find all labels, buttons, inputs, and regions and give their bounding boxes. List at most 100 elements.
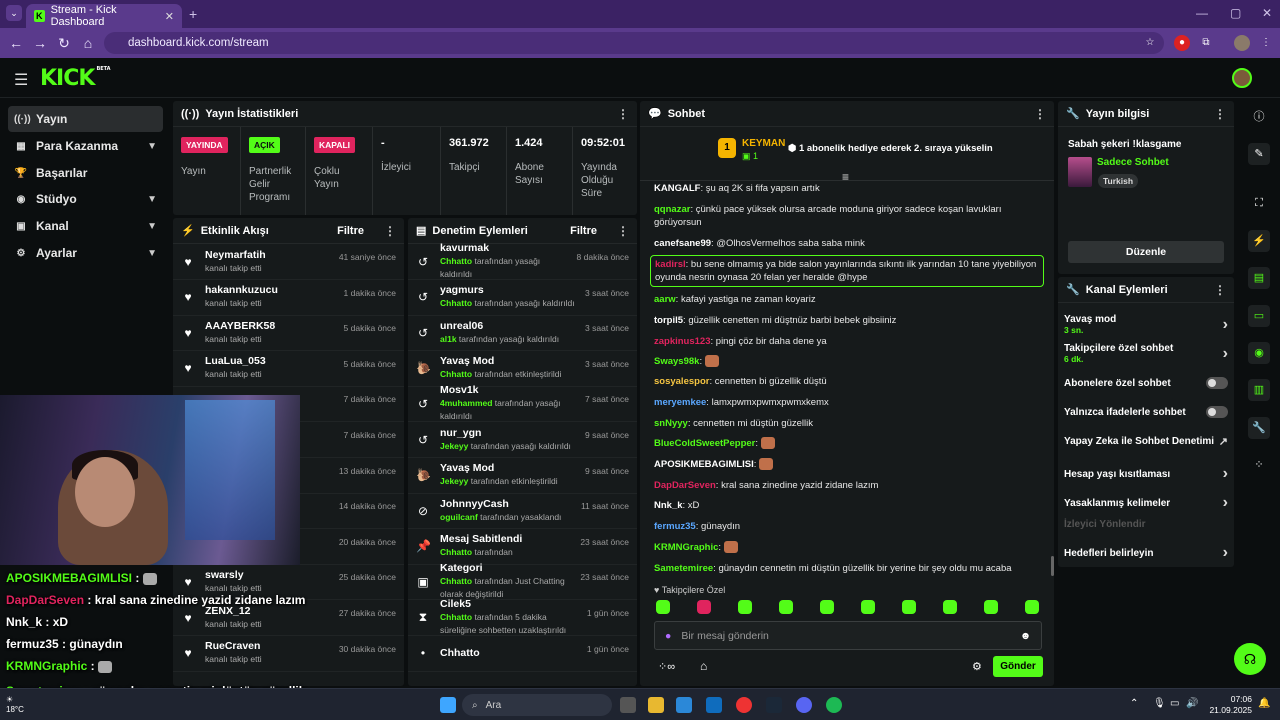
more-options-icon[interactable]: ⋮: [617, 224, 629, 238]
moderator-name[interactable]: Chhatto: [440, 612, 472, 622]
new-tab-icon[interactable]: +: [189, 6, 197, 22]
taskbar-clock[interactable]: 07:06 21.09.2025: [1200, 694, 1252, 716]
document-icon[interactable]: ▤: [1248, 267, 1270, 289]
chat-username[interactable]: sosyalespor: [654, 376, 709, 387]
volume-icon[interactable]: 🔊: [1186, 698, 1198, 709]
emote-icon[interactable]: [1025, 600, 1039, 614]
more-options-icon[interactable]: ⋮: [1214, 283, 1226, 297]
sidebar-item-kanal[interactable]: ▣ Kanal ▼: [8, 213, 163, 239]
sidebar-item-basarilar[interactable]: 🏆 Başarılar: [8, 160, 163, 186]
emote-icon[interactable]: [820, 600, 834, 614]
moderation-row[interactable]: 📌 Mesaj Sabitlendi Chhatto tarafından 23 sa…: [408, 529, 637, 565]
chrome-icon[interactable]: [736, 697, 752, 713]
edit-button[interactable]: Düzenle: [1068, 241, 1224, 263]
emoji-picker-icon[interactable]: ☻: [1020, 630, 1031, 642]
minimize-icon[interactable]: —: [1196, 6, 1208, 20]
chat-username[interactable]: Sametemiree: [654, 563, 713, 574]
emote-icon[interactable]: [984, 600, 998, 614]
weather-widget[interactable]: ☀ 18°C: [6, 695, 24, 715]
moderator-name[interactable]: oguilcanf: [440, 512, 478, 522]
chat-username[interactable]: Nnk_k: [654, 500, 683, 511]
activity-row[interactable]: ♥ RueCraven kanalı takip etti 30 dakika önc…: [173, 636, 404, 672]
channel-action-item[interactable]: Abonelere özel sohbet: [1064, 377, 1228, 389]
bookmark-star-icon[interactable]: ☆: [1142, 35, 1158, 51]
activity-row[interactable]: ♥ AAAYBERK58 kanalı takip etti 5 dakika önc…: [173, 315, 404, 352]
extension-icon[interactable]: ●: [1174, 35, 1190, 51]
activity-row[interactable]: ♥ hakannkuzucu kanalı takip etti 1 dakika ö…: [173, 280, 404, 316]
chat-bubble-icon[interactable]: ▭: [1248, 305, 1270, 327]
filter-button[interactable]: Filtre: [337, 225, 364, 237]
channel-action-item[interactable]: Yavaş mod 3 sn. ›: [1064, 314, 1228, 335]
moderation-row[interactable]: 🐌 Yavaş Mod Chhatto tarafından etkinleştir…: [408, 351, 637, 387]
sidebar-item-studyo[interactable]: ◉ Stüdyo ▼: [8, 186, 163, 212]
moderator-name[interactable]: Chhatto: [440, 298, 472, 308]
moderation-row[interactable]: • Chhatto 1 gün önce: [408, 636, 637, 672]
moderation-row[interactable]: ⊘ JohnnyyCash oguilcanf tarafından yasakla…: [408, 493, 637, 530]
user-avatar[interactable]: [1232, 68, 1252, 88]
discord-icon[interactable]: [796, 697, 812, 713]
sidebar-item-yayin[interactable]: ((·)) Yayın: [8, 106, 163, 132]
channel-action-item[interactable]: Yapay Zeka ile Sohbet Denetimi ↗: [1064, 435, 1228, 448]
chat-username[interactable]: fermuz35: [654, 521, 696, 532]
tray-chevron-icon[interactable]: ⌃: [1130, 698, 1138, 709]
sidebar-item-ayarlar[interactable]: ⚙ Ayarlar ▼: [8, 240, 163, 266]
emote-icon[interactable]: [779, 600, 793, 614]
maximize-icon[interactable]: ▢: [1230, 6, 1241, 20]
chat-settings-icon[interactable]: ⚙: [972, 660, 982, 673]
add-widget-icon[interactable]: ⁘: [1248, 454, 1270, 476]
layout-icon[interactable]: ▥: [1248, 379, 1270, 401]
moderation-row[interactable]: 🐌 Yavaş Mod Jekeyy tarafından etkinleştiri…: [408, 458, 637, 494]
mic-icon[interactable]: ●: [665, 630, 671, 642]
outlook-icon[interactable]: [706, 697, 722, 713]
wrench-icon[interactable]: 🔧: [1248, 417, 1270, 439]
moderator-name[interactable]: 4muhammed: [440, 398, 492, 408]
emote-icon[interactable]: [738, 600, 752, 614]
toggle-switch[interactable]: [1206, 377, 1228, 389]
filter-button[interactable]: Filtre: [570, 225, 597, 237]
moderator-name[interactable]: Jekeyy: [440, 441, 468, 451]
notification-icon[interactable]: 🔔: [1258, 698, 1270, 709]
sidebar-item-para-kazanma[interactable]: ▦ Para Kazanma ▼: [8, 133, 163, 159]
browser-menu-icon[interactable]: ⋮: [1258, 35, 1274, 51]
chat-username[interactable]: BlueColdSweetPepper: [654, 438, 755, 449]
home-icon[interactable]: ⌂: [76, 35, 100, 51]
more-options-icon[interactable]: ⋮: [384, 224, 396, 238]
file-explorer-icon[interactable]: [648, 697, 664, 713]
url-field[interactable]: dashboard.kick.com/stream: [104, 32, 1164, 54]
emote-icon[interactable]: [656, 600, 670, 614]
moderation-row[interactable]: ▣ Kategori Chhatto tarafından Just Chattin…: [408, 562, 637, 601]
chat-username[interactable]: snNyyy: [654, 418, 688, 429]
steam-icon[interactable]: [766, 697, 782, 713]
support-icon[interactable]: ☊: [1234, 643, 1266, 675]
hamburger-menu-icon[interactable]: ☰: [14, 70, 28, 90]
emote-icon[interactable]: [902, 600, 916, 614]
network-icon[interactable]: ▭: [1170, 698, 1179, 709]
chat-scrollbar[interactable]: [1051, 556, 1054, 576]
emote-icon[interactable]: [697, 600, 711, 614]
store-icon[interactable]: ⌂: [700, 659, 707, 673]
channel-action-item[interactable]: Yalnızca ifadelerle sohbet: [1064, 406, 1228, 418]
kick-logo[interactable]: KICK BETA: [40, 66, 111, 91]
send-button[interactable]: Gönder: [993, 656, 1043, 677]
channel-action-item[interactable]: Hesap yaşı kısıtlaması ›: [1064, 465, 1228, 483]
chat-username[interactable]: Sways98k: [654, 356, 699, 367]
chat-username[interactable]: torpil5: [654, 315, 683, 326]
chat-username[interactable]: DapDarSeven: [654, 480, 716, 491]
info-icon[interactable]: ⓘ: [1248, 106, 1270, 128]
chat-username[interactable]: APOSIKMEBAGIMLISI: [654, 459, 754, 470]
more-options-icon[interactable]: ⋮: [617, 107, 629, 121]
chat-username[interactable]: KRMNGraphic: [654, 542, 718, 553]
moderation-row[interactable]: ⧗ Cilek5 Chhatto tarafından 5 dakika sürel…: [408, 598, 637, 636]
broadcast-icon[interactable]: ◉: [1248, 342, 1270, 364]
chat-input[interactable]: ● Bir mesaj gönderin ☻: [654, 621, 1042, 650]
moderator-name[interactable]: Chhatto: [440, 576, 472, 586]
category-link[interactable]: Sadece Sohbet: [1097, 157, 1169, 168]
start-menu-icon[interactable]: [440, 697, 456, 713]
chat-username[interactable]: meryemkee: [654, 397, 706, 408]
emote-icon[interactable]: [861, 600, 875, 614]
moderator-name[interactable]: Jekeyy: [440, 476, 468, 486]
chat-username[interactable]: zapkinus123: [654, 336, 711, 347]
lightning-icon[interactable]: ⚡: [1248, 230, 1270, 252]
more-options-icon[interactable]: ⋮: [1214, 107, 1226, 121]
forward-icon[interactable]: →: [28, 35, 52, 51]
